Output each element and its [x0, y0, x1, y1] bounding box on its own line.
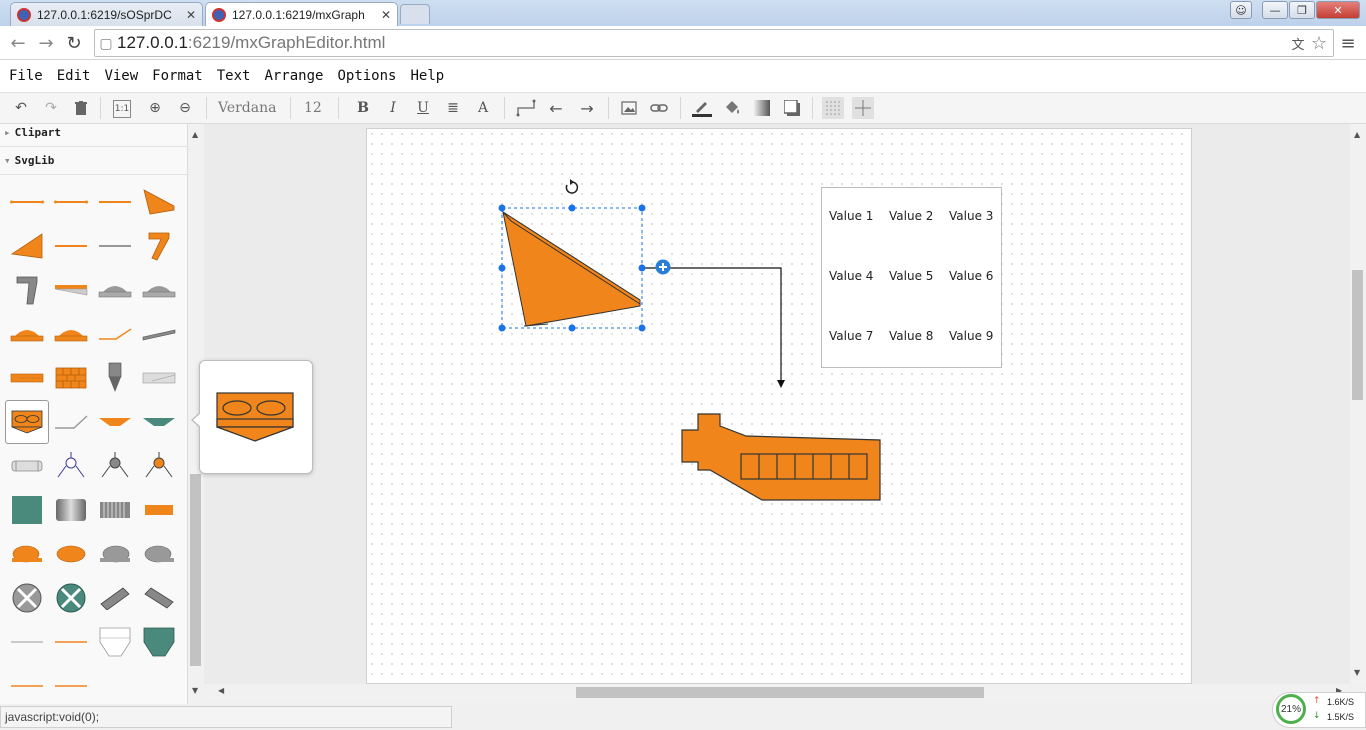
shape-preview-tooltip [199, 360, 313, 474]
scroll-left-icon[interactable]: ◀ [218, 686, 224, 695]
table-cell: Value 1 [829, 209, 874, 223]
tank-preview [216, 392, 294, 442]
machine-shape[interactable] [681, 413, 881, 501]
upload-arrow-icon: ↑ [1313, 696, 1321, 706]
table-cell: Value 3 [949, 209, 994, 223]
resize-handle[interactable] [638, 264, 646, 272]
table-cell: Value 9 [949, 329, 994, 343]
canvas-horizontal-scrollbar[interactable]: ◀ ▶ [204, 684, 1350, 700]
canvas-vertical-scrollbar[interactable]: ▲ ▼ [1350, 124, 1366, 684]
upload-speed: 1.6K/S [1327, 697, 1355, 707]
resize-handle[interactable] [498, 204, 506, 212]
add-connection-icon[interactable] [655, 259, 671, 275]
download-speed: 1.5K/S [1327, 712, 1355, 722]
resize-handle[interactable] [498, 264, 506, 272]
table-cell: Value 6 [949, 269, 994, 283]
resize-handle[interactable] [498, 324, 506, 332]
resize-handle[interactable] [568, 324, 576, 332]
connector-edge[interactable] [642, 267, 782, 382]
table-cell: Value 8 [889, 329, 934, 343]
table-cell: Value 4 [829, 269, 874, 283]
resize-handle[interactable] [568, 204, 576, 212]
table-cell: Value 5 [889, 269, 934, 283]
resize-handle[interactable] [638, 204, 646, 212]
network-monitor[interactable]: 21% ↑ 1.6K/S ↓ 1.5K/S [1272, 692, 1366, 728]
value-table[interactable]: Value 1 Value 2 Value 3 Value 4 Value 5 … [821, 187, 1002, 368]
scroll-thumb[interactable] [576, 687, 984, 698]
status-url: javascript:void(0); [0, 706, 452, 728]
scroll-down-icon[interactable]: ▼ [1354, 668, 1360, 677]
rotate-icon[interactable] [565, 179, 579, 194]
scroll-thumb[interactable] [1352, 270, 1363, 400]
table-cell: Value 2 [889, 209, 934, 223]
table-cell: Value 7 [829, 329, 874, 343]
scroll-up-icon[interactable]: ▲ [1354, 130, 1360, 139]
download-arrow-icon: ↓ [1313, 711, 1321, 721]
cpu-gauge: 21% [1276, 694, 1306, 724]
arrowhead-icon [777, 380, 785, 388]
resize-handle[interactable] [638, 324, 646, 332]
